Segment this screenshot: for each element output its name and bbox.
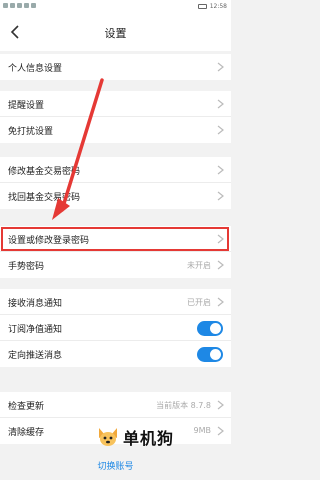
chevron-right-icon <box>217 191 224 201</box>
settings-item-label: 免打扰设置 <box>8 127 54 137</box>
settings-group-reminders: 提醒设置 免打扰设置 <box>0 91 231 143</box>
status-icons-right: 12:58 <box>197 3 227 10</box>
status-icons-left <box>3 3 36 8</box>
battery-icon <box>197 4 207 9</box>
dog-mascot-icon <box>99 428 117 446</box>
settings-item-label: 定向推送消息 <box>8 351 63 361</box>
settings-group-profile: 个人信息设置 <box>0 54 231 80</box>
chevron-right-icon <box>217 234 224 244</box>
settings-item-nav-subscription[interactable]: 订阅净值通知 <box>0 315 231 341</box>
page-title: 设置 <box>104 27 127 40</box>
settings-item-gesture-password[interactable]: 手势密码 未开启 <box>0 252 231 278</box>
settings-item-change-fund-password[interactable]: 修改基金交易密码 <box>0 157 231 183</box>
settings-item-label: 修改基金交易密码 <box>8 167 81 177</box>
chevron-right-icon <box>217 165 224 175</box>
watermark: 单机狗 <box>96 425 174 449</box>
status-bar: 12:58 <box>0 0 231 13</box>
settings-item-value: 未开启 <box>187 261 211 270</box>
settings-item-label: 订阅净值通知 <box>8 325 63 335</box>
settings-item-label: 手势密码 <box>8 262 45 272</box>
settings-group-notifications: 接收消息通知 已开启 订阅净值通知 定向推送消息 <box>0 289 231 367</box>
targeted-push-toggle[interactable] <box>197 347 223 362</box>
chevron-right-icon <box>217 125 224 135</box>
settings-item-label: 清除缓存 <box>8 428 45 438</box>
settings-item-login-password[interactable]: 设置或修改登录密码 <box>0 226 231 252</box>
settings-group-fund-password: 修改基金交易密码 找回基金交易密码 <box>0 157 231 209</box>
settings-item-label: 个人信息设置 <box>8 64 63 74</box>
settings-item-check-update[interactable]: 检查更新 当前版本 8.7.8 <box>0 392 231 418</box>
settings-group-login-security: 设置或修改登录密码 手势密码 未开启 <box>0 226 231 278</box>
settings-item-targeted-push[interactable]: 定向推送消息 <box>0 341 231 367</box>
settings-item-label: 提醒设置 <box>8 101 45 111</box>
settings-item-label: 接收消息通知 <box>8 299 63 309</box>
chevron-right-icon <box>217 297 224 307</box>
settings-item-value: 9MB <box>193 426 211 435</box>
settings-item-label: 找回基金交易密码 <box>8 193 81 203</box>
settings-item-value: 已开启 <box>187 298 211 307</box>
settings-item-personal-info[interactable]: 个人信息设置 <box>0 54 231 80</box>
settings-item-reminders[interactable]: 提醒设置 <box>0 91 231 117</box>
settings-item-do-not-disturb[interactable]: 免打扰设置 <box>0 117 231 143</box>
status-time: 12:58 <box>209 3 227 10</box>
switch-account-button[interactable]: 切换账号 <box>0 459 231 472</box>
chevron-right-icon <box>217 260 224 270</box>
watermark-text: 单机狗 <box>123 429 175 448</box>
settings-item-receive-notifications[interactable]: 接收消息通知 已开启 <box>0 289 231 315</box>
settings-item-value: 当前版本 8.7.8 <box>156 401 211 410</box>
settings-item-recover-fund-password[interactable]: 找回基金交易密码 <box>0 183 231 209</box>
nav-notify-toggle[interactable] <box>197 321 223 336</box>
chevron-right-icon <box>217 99 224 109</box>
chevron-right-icon <box>217 426 224 436</box>
settings-item-label: 检查更新 <box>8 402 45 412</box>
chevron-right-icon <box>217 62 224 72</box>
settings-item-label: 设置或修改登录密码 <box>8 236 90 246</box>
nav-bar: 设置 <box>0 13 231 51</box>
chevron-right-icon <box>217 400 224 410</box>
